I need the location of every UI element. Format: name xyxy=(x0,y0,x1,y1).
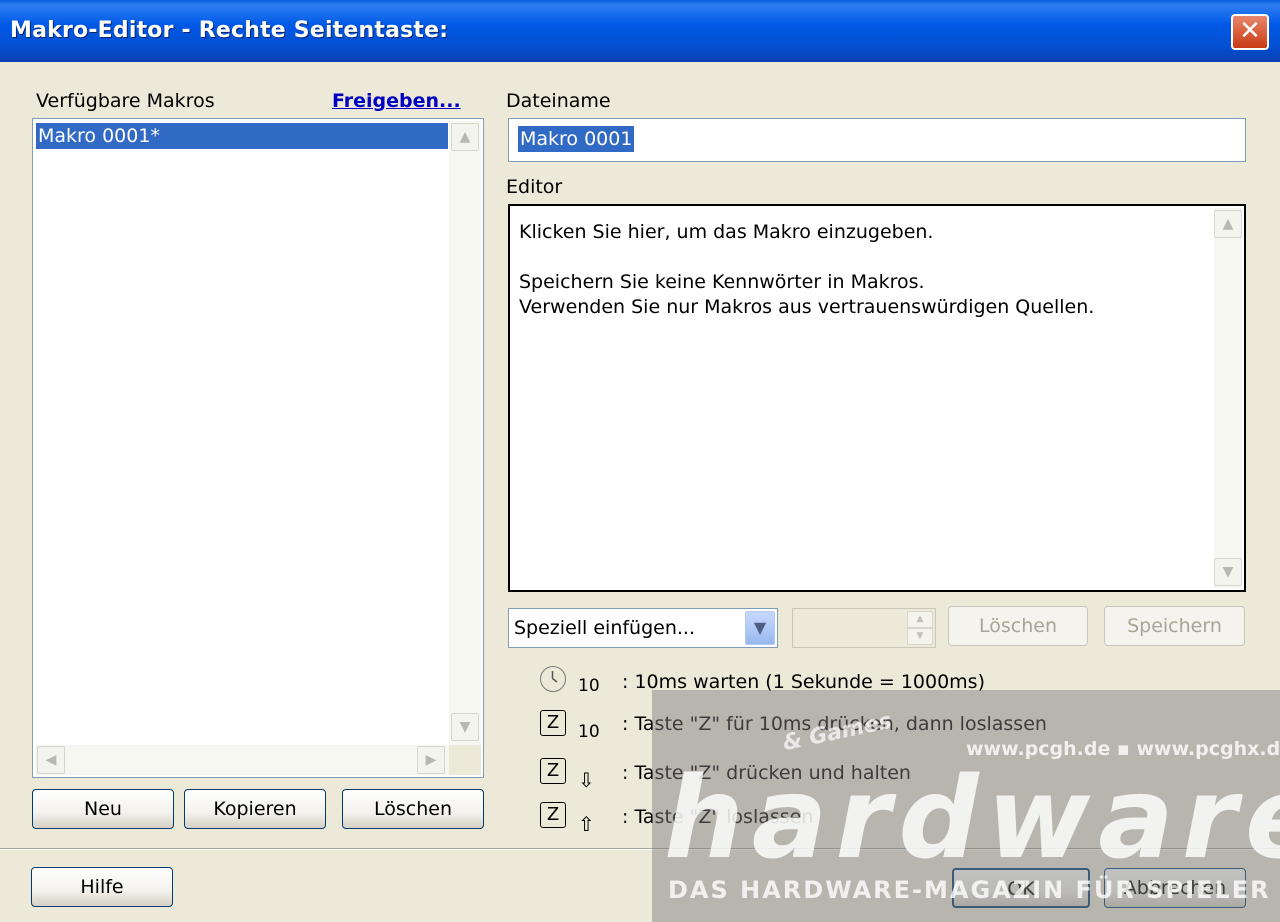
scroll-up-icon[interactable]: ▲ xyxy=(1214,210,1242,238)
spin-up-icon: ▲ xyxy=(907,611,933,628)
vertical-scrollbar[interactable]: ▲ ▼ xyxy=(449,121,481,745)
macros-label: Verfügbare Makros xyxy=(36,90,215,112)
share-link[interactable]: Freigeben... xyxy=(332,90,461,112)
combo-value: Speziell einfügen... xyxy=(514,617,696,639)
editor-label: Editor xyxy=(506,176,563,198)
cancel-button[interactable]: Abbrechen xyxy=(1104,868,1246,908)
horizontal-scrollbar[interactable]: ◀ ▶ xyxy=(35,745,449,775)
macro-editor[interactable]: Klicken Sie hier, um das Makro einzugebe… xyxy=(508,204,1246,592)
legend-sub: 10 xyxy=(578,676,600,696)
footer-divider xyxy=(0,848,1280,850)
value-spinner: ▲ ▼ xyxy=(792,608,936,648)
editor-content: Klicken Sie hier, um das Makro einzugebe… xyxy=(519,221,1095,318)
legend-text: : Taste "Z" loslassen xyxy=(622,806,814,828)
scrollbar-corner xyxy=(449,745,481,775)
legend-sub: 10 xyxy=(578,722,600,742)
legend-text: : Taste "Z" drücken und halten xyxy=(622,762,911,784)
ok-button[interactable]: OK xyxy=(952,868,1090,908)
key-z-icon: Z xyxy=(540,710,566,736)
list-item[interactable]: Makro 0001* xyxy=(36,123,448,149)
key-z-icon: Z xyxy=(540,758,566,784)
help-button[interactable]: Hilfe xyxy=(31,867,173,907)
save-step-button: Speichern xyxy=(1104,606,1245,646)
arrow-down-icon: ⇩ xyxy=(578,768,595,792)
delete-step-button: Löschen xyxy=(948,606,1088,646)
filename-label: Dateiname xyxy=(506,90,611,112)
legend-text: : 10ms warten (1 Sekunde = 1000ms) xyxy=(622,671,985,693)
arrow-up-icon: ⇧ xyxy=(578,812,595,836)
chevron-down-icon[interactable]: ▼ xyxy=(745,611,775,645)
title-bar: Makro-Editor - Rechte Seitentaste: ✕ xyxy=(0,0,1280,62)
new-button[interactable]: Neu xyxy=(32,789,174,829)
scroll-down-icon[interactable]: ▼ xyxy=(1214,558,1242,586)
key-z-icon: Z xyxy=(540,802,566,828)
editor-scrollbar[interactable]: ▲ ▼ xyxy=(1214,208,1242,588)
scroll-left-icon[interactable]: ◀ xyxy=(37,746,65,774)
close-button[interactable]: ✕ xyxy=(1231,14,1269,50)
delete-macro-button[interactable]: Löschen xyxy=(342,789,484,829)
window-title: Makro-Editor - Rechte Seitentaste: xyxy=(10,18,449,43)
special-insert-combo[interactable]: Speziell einfügen... ▼ xyxy=(508,608,778,648)
watermark-url: www.pcgh.de ▪ www.pcghx.de xyxy=(966,738,1280,760)
scroll-down-icon[interactable]: ▼ xyxy=(451,713,479,741)
spin-down-icon: ▼ xyxy=(907,628,933,645)
legend-text: : Taste "Z" für 10ms drücken, dann losla… xyxy=(622,713,1047,735)
scroll-up-icon[interactable]: ▲ xyxy=(451,123,479,151)
scroll-right-icon[interactable]: ▶ xyxy=(417,746,445,774)
copy-button[interactable]: Kopieren xyxy=(184,789,326,829)
clock-icon xyxy=(540,666,566,692)
close-icon: ✕ xyxy=(1239,16,1261,46)
filename-value: Makro 0001 xyxy=(518,126,635,152)
macro-list[interactable]: Makro 0001* ▲ ▼ ◀ ▶ xyxy=(32,118,484,778)
filename-field[interactable]: Makro 0001 xyxy=(508,118,1246,162)
